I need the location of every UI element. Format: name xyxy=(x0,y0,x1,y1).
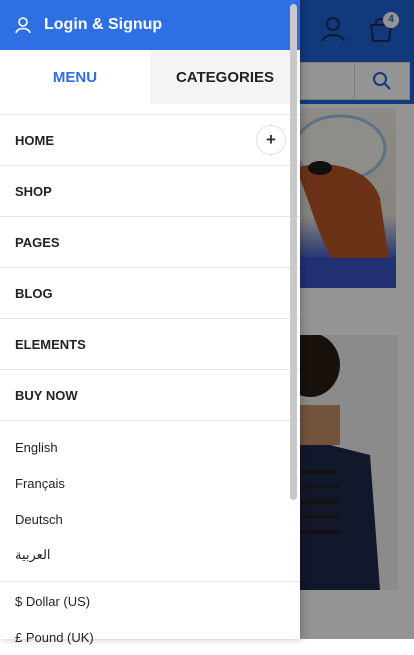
menu-item-blog[interactable]: BLOG xyxy=(0,267,300,318)
menu-item-label: BUY NOW xyxy=(15,387,78,403)
menu-item-label: BLOG xyxy=(15,285,53,301)
panel-tabs: MENU CATEGORIES xyxy=(0,50,300,104)
language-list: English Français Deutsch العربية xyxy=(0,420,300,581)
language-arabic[interactable]: العربية xyxy=(0,537,300,573)
currency-list: $ Dollar (US) £ Pound (UK) xyxy=(0,581,300,655)
menu-item-label: PAGES xyxy=(15,234,60,250)
menu-item-home[interactable]: HOME + xyxy=(0,114,300,165)
menu-item-buy-now[interactable]: BUY NOW xyxy=(0,369,300,420)
menu-item-label: SHOP xyxy=(15,183,52,199)
currency-usd[interactable]: $ Dollar (US) xyxy=(0,583,300,619)
side-navigation-panel: Login & Signup MENU CATEGORIES HOME + SH… xyxy=(0,0,300,645)
login-signup-button[interactable]: Login & Signup xyxy=(0,0,300,50)
main-menu: HOME + SHOP PAGES BLOG ELEMENTS BUY NOW xyxy=(0,114,300,420)
tab-categories[interactable]: CATEGORIES xyxy=(150,50,300,104)
menu-item-pages[interactable]: PAGES xyxy=(0,216,300,267)
tab-menu[interactable]: MENU xyxy=(0,50,150,104)
user-icon xyxy=(15,17,31,34)
expand-plus-icon[interactable]: + xyxy=(256,125,286,155)
menu-item-shop[interactable]: SHOP xyxy=(0,165,300,216)
language-deutsch[interactable]: Deutsch xyxy=(0,501,300,537)
menu-item-label: ELEMENTS xyxy=(15,336,86,352)
menu-item-label: HOME xyxy=(15,132,54,148)
panel-scrollbar[interactable] xyxy=(290,4,297,500)
login-signup-label: Login & Signup xyxy=(44,16,163,33)
currency-gbp[interactable]: £ Pound (UK) xyxy=(0,619,300,655)
menu-item-elements[interactable]: ELEMENTS xyxy=(0,318,300,369)
language-english[interactable]: English xyxy=(0,429,300,465)
language-francais[interactable]: Français xyxy=(0,465,300,501)
